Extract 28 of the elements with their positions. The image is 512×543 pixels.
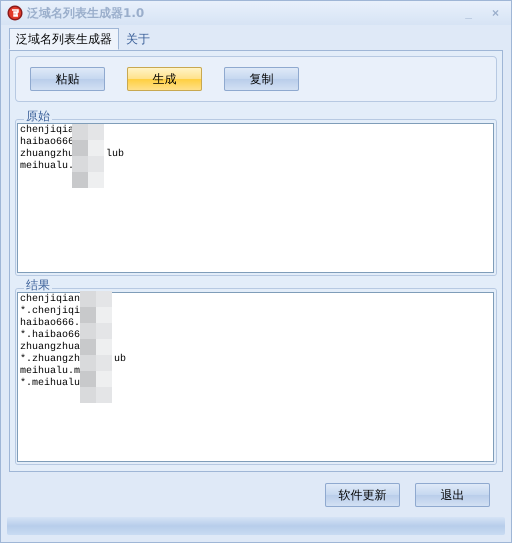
footer-button[interactable]: 软件更新 (325, 483, 400, 507)
window-title: 泛域名列表生成器1.0 (27, 4, 144, 22)
pixelated-mask (72, 124, 104, 188)
tab[interactable]: 泛域名列表生成器 (9, 28, 119, 50)
text-line: meihualu.m (20, 366, 80, 378)
text-line: chenjiqian (20, 294, 80, 306)
group-label: 原始 (24, 109, 52, 123)
text-line: chenjiqia (20, 125, 74, 136)
action-button[interactable]: 生成 (127, 67, 202, 91)
app-icon (7, 5, 23, 21)
text-line: haibao666. (20, 318, 80, 330)
text-line: *.zhuangzh (20, 354, 80, 366)
action-button[interactable]: 粘贴 (30, 67, 105, 91)
action-button[interactable]: 复制 (224, 67, 299, 91)
text-line: zhuangzhu (20, 149, 74, 160)
text-line: meihualu. (20, 161, 74, 173)
footer-button[interactable]: 退出 (415, 483, 490, 507)
text-line: lub (106, 149, 124, 161)
text-line: zhuangzhua (20, 342, 80, 354)
text-line: *.haibao66 (20, 330, 80, 342)
text-area[interactable]: chenjiqia haibao666 zhuangzhu lub meihualu. (17, 123, 494, 273)
text-line: haibao666 (20, 137, 74, 148)
tab[interactable]: 关于 (119, 28, 157, 50)
group-label: 结果 (24, 278, 52, 292)
text-area[interactable]: chenjiqian *.chenjiqi haibao666. *.haibao66 zhuangzhua *.zhuangzh ub meihualu.m *.meihualu (17, 292, 494, 462)
text-line: *.chenjiqi (20, 306, 80, 318)
text-line: *.meihualu (20, 378, 80, 390)
text-line: ub (114, 354, 126, 366)
